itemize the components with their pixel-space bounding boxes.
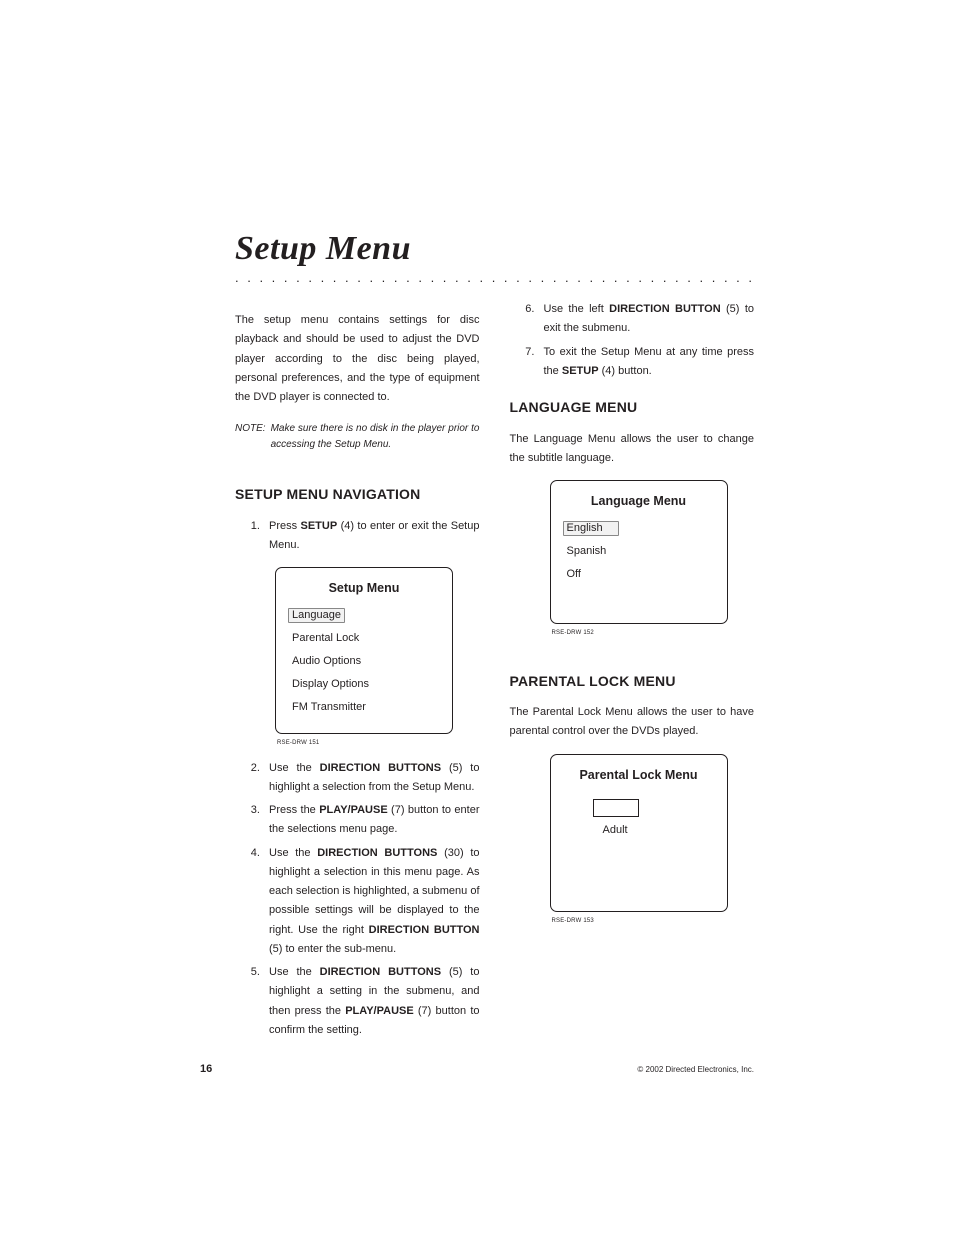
step-4: Use the DIRECTION BUTTONS (30) to highli… <box>263 844 480 960</box>
page-title: Setup Menu <box>235 230 754 268</box>
manual-page: Setup Menu . . . . . . . . . . . . . . .… <box>0 0 954 1235</box>
step-1: Press SETUP (4) to enter or exit the Set… <box>263 517 480 556</box>
steps-list-right: Use the left DIRECTION BUTTON (5) to exi… <box>510 300 755 381</box>
step-3: Press the PLAY/PAUSE (7) button to enter… <box>263 801 480 840</box>
note-text: Make sure there is no disk in the player… <box>271 421 480 452</box>
left-column: The setup menu contains settings for dis… <box>235 300 480 1044</box>
two-column-layout: The setup menu contains settings for dis… <box>235 300 754 1044</box>
language-menu-figure: Language Menu English Spanish Off RSE-DR… <box>550 480 755 639</box>
language-menu-box: Language Menu English Spanish Off <box>550 480 728 624</box>
note-label: NOTE: <box>235 421 266 452</box>
lang-item-off: Off <box>563 567 619 582</box>
title-dots: . . . . . . . . . . . . . . . . . . . . … <box>235 270 754 282</box>
nav-heading: SETUP MENU NAVIGATION <box>235 482 480 507</box>
language-menu-title: Language Menu <box>563 491 715 513</box>
language-menu-list: English Spanish Off <box>563 521 715 585</box>
setup-menu-list: Language Parental Lock Audio Options Dis… <box>288 608 440 718</box>
page-number: 16 <box>200 1063 212 1075</box>
copyright: © 2002 Directed Electronics, Inc. <box>637 1065 754 1074</box>
lang-item-english: English <box>563 521 619 536</box>
setup-menu-caption: RSE-DRW 151 <box>277 738 480 749</box>
parental-heading: PARENTAL LOCK MENU <box>510 669 755 694</box>
setup-menu-box: Setup Menu Language Parental Lock Audio … <box>275 567 453 734</box>
page-footer: 16 © 2002 Directed Electronics, Inc. <box>200 1063 754 1075</box>
parental-menu-caption: RSE-DRW 153 <box>552 916 755 927</box>
parental-input-box <box>593 799 639 817</box>
setup-item-display: Display Options <box>288 677 373 692</box>
setup-item-fm: FM Transmitter <box>288 700 370 715</box>
note-block: NOTE: Make sure there is no disk in the … <box>235 421 480 452</box>
steps-list-left-cont: Use the DIRECTION BUTTONS (5) to highlig… <box>235 759 480 1041</box>
steps-list-left: Press SETUP (4) to enter or exit the Set… <box>235 517 480 556</box>
parental-label: Adult <box>603 821 628 840</box>
parental-intro: The Parental Lock Menu allows the user t… <box>510 703 755 742</box>
intro-paragraph: The setup menu contains settings for dis… <box>235 311 480 407</box>
setup-item-audio: Audio Options <box>288 654 365 669</box>
right-column: Use the left DIRECTION BUTTON (5) to exi… <box>510 300 755 1044</box>
parental-menu-figure: Parental Lock Menu Adult RSE-DRW 153 <box>550 754 755 927</box>
setup-menu-figure: Setup Menu Language Parental Lock Audio … <box>275 567 480 748</box>
step-5: Use the DIRECTION BUTTONS (5) to highlig… <box>263 963 480 1040</box>
language-intro: The Language Menu allows the user to cha… <box>510 430 755 469</box>
step-6: Use the left DIRECTION BUTTON (5) to exi… <box>538 300 755 339</box>
lang-item-spanish: Spanish <box>563 544 619 559</box>
setup-item-language: Language <box>288 608 345 623</box>
parental-menu-title: Parental Lock Menu <box>563 765 715 787</box>
language-menu-caption: RSE-DRW 152 <box>552 628 755 639</box>
setup-item-parental: Parental Lock <box>288 631 363 646</box>
setup-menu-title: Setup Menu <box>288 578 440 600</box>
step-2: Use the DIRECTION BUTTONS (5) to highlig… <box>263 759 480 798</box>
parental-menu-box: Parental Lock Menu Adult <box>550 754 728 912</box>
step-7: To exit the Setup Menu at any time press… <box>538 343 755 382</box>
language-heading: LANGUAGE MENU <box>510 395 755 420</box>
